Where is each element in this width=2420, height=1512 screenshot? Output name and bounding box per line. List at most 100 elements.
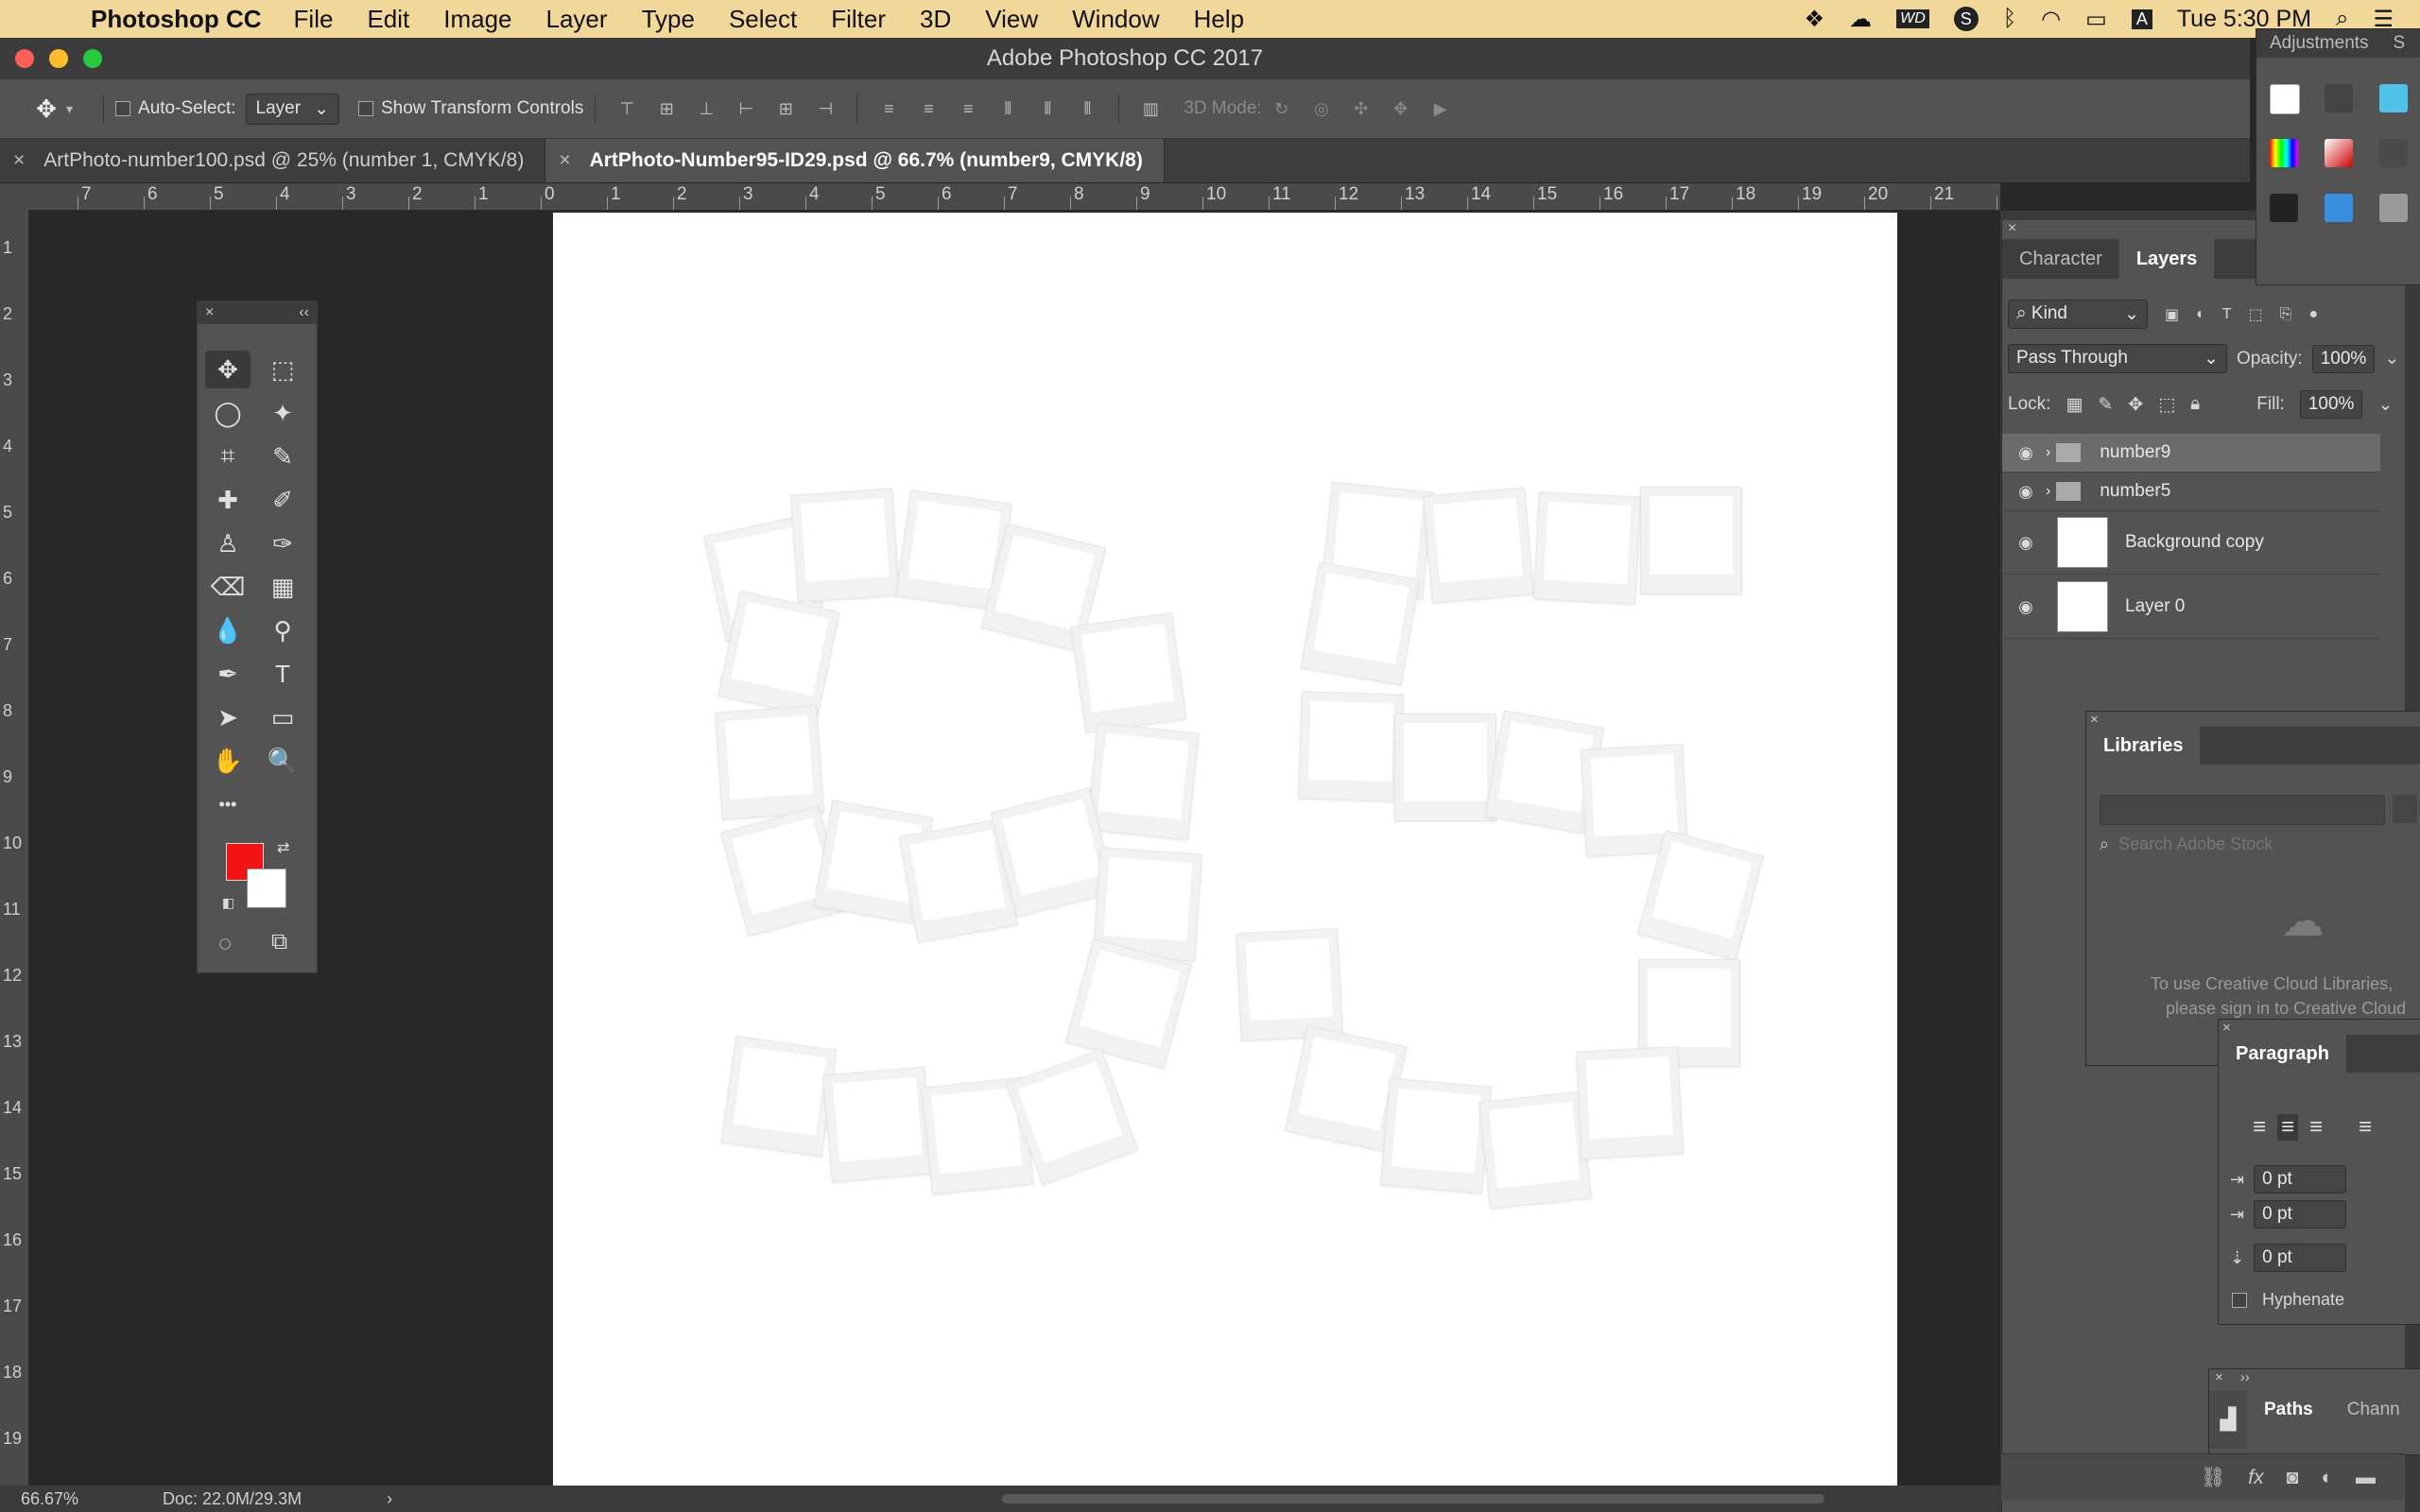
lock-pixels-icon[interactable]: ✎ <box>2098 394 2113 416</box>
tab-artphoto-number100[interactable]: × ArtPhoto-number100.psd @ 25% (number 1… <box>0 139 546 182</box>
3d-orbit-icon[interactable]: ↻ <box>1270 96 1294 121</box>
lock-all-icon[interactable]: 🔒︎ <box>2190 394 2200 415</box>
expand-icon[interactable]: ›› <box>2240 1369 2250 1388</box>
filter-smart-object-icon[interactable]: ⎘ <box>2280 306 2292 323</box>
layer-name[interactable]: Layer 0 <box>2125 596 2185 617</box>
menu-type[interactable]: Type <box>642 5 695 34</box>
photo-filter-icon[interactable] <box>2270 194 2298 222</box>
align-left-icon[interactable]: ⊢ <box>734 96 758 121</box>
ruler-corner[interactable] <box>0 183 30 210</box>
type-tool-icon[interactable]: T <box>260 655 305 693</box>
filter-shape-icon[interactable]: ⬚ <box>2249 305 2263 324</box>
battery-icon[interactable]: ▭ <box>2085 6 2107 33</box>
tools-panel-header[interactable]: × ‹‹ <box>198 301 317 324</box>
auto-select-dropdown[interactable]: Layer ⌄ <box>245 93 339 125</box>
document-canvas[interactable] <box>553 213 1897 1486</box>
library-select-dropdown[interactable] <box>2100 795 2385 825</box>
close-tab-icon[interactable]: × <box>559 149 570 172</box>
brightness-contrast-icon[interactable] <box>2270 84 2300 114</box>
adjustment-layer-icon[interactable]: ◐ <box>2321 1467 2333 1489</box>
expand-chevron-icon[interactable]: › <box>2046 444 2050 461</box>
chevron-down-icon[interactable]: ▾ <box>66 101 73 117</box>
layer-name[interactable]: number9 <box>2100 442 2170 463</box>
menu-3d[interactable]: 3D <box>920 5 951 34</box>
magic-wand-tool-icon[interactable]: ✦ <box>260 394 305 432</box>
color-balance-icon[interactable] <box>2325 139 2353 167</box>
brush-tool-icon[interactable]: ✐ <box>260 481 305 519</box>
filter-toggle-icon[interactable]: ● <box>2309 306 2319 323</box>
menu-app-name[interactable]: Photoshop CC <box>91 5 262 34</box>
zoom-level[interactable]: 66.67% <box>21 1489 163 1509</box>
indent-left-input[interactable]: 0 pt <box>2254 1165 2347 1194</box>
wd-icon[interactable]: WD <box>1896 9 1929 28</box>
filter-type-icon[interactable]: T <box>2222 306 2232 323</box>
close-icon[interactable]: × <box>2086 712 2420 728</box>
stock-search-field[interactable]: ⌕ Search Adobe Stock <box>2100 834 2273 854</box>
menu-image[interactable]: Image <box>443 5 511 34</box>
swap-colors-icon[interactable]: ⇄ <box>277 838 289 857</box>
dodge-tool-icon[interactable]: ⚲ <box>260 611 305 649</box>
move-tool-preset-icon[interactable]: ✥ <box>34 96 59 121</box>
tab-character[interactable]: Character <box>2002 239 2119 279</box>
visibility-eye-icon[interactable]: ◉ <box>2012 533 2040 553</box>
filter-adjustment-icon[interactable]: ◐ <box>2196 306 2205 323</box>
distribute-vcenter-icon[interactable]: ≡ <box>916 96 941 121</box>
lock-artboard-icon[interactable]: ⬚ <box>2158 394 2175 416</box>
visibility-eye-icon[interactable]: ◉ <box>2012 597 2040 617</box>
eyedropper-tool-icon[interactable]: ✎ <box>260 438 305 475</box>
more-tools-icon[interactable]: ••• <box>205 785 251 823</box>
visibility-eye-icon[interactable]: ◉ <box>2012 443 2040 463</box>
space-after-input[interactable]: 0 pt <box>2254 1244 2347 1272</box>
add-mask-icon[interactable]: ◙ <box>2287 1467 2299 1489</box>
screen-mode-icon[interactable]: ⧉ <box>271 929 287 955</box>
collapse-icon[interactable]: ‹‹ <box>299 304 309 321</box>
move-tool-icon[interactable]: ✥ <box>205 351 251 388</box>
link-layers-icon[interactable]: ⛓ <box>2201 1467 2226 1489</box>
creative-cloud-icon[interactable]: ☁ <box>1849 6 1872 33</box>
minimize-window-button[interactable] <box>49 49 68 68</box>
chevron-down-icon[interactable]: ⌄ <box>2377 394 2393 416</box>
filter-pixel-icon[interactable]: ▣ <box>2165 305 2179 324</box>
menu-view[interactable]: View <box>985 5 1038 34</box>
tab-layers[interactable]: Layers <box>2118 239 2215 279</box>
path-selection-tool-icon[interactable]: ➤ <box>205 698 251 736</box>
chevron-down-icon[interactable]: ⌄ <box>2384 348 2399 369</box>
expand-chevron-icon[interactable]: › <box>2046 483 2050 500</box>
histogram-icon[interactable]: ▟ <box>2209 1390 2247 1449</box>
horizontal-ruler[interactable]: 8765432101234567891011121314151617181920… <box>30 183 2000 211</box>
lasso-tool-icon[interactable]: ◯ <box>205 394 251 432</box>
menu-window[interactable]: Window <box>1072 5 1159 34</box>
distribute-hcenter-icon[interactable]: ⦀ <box>1035 96 1060 121</box>
quick-mask-icon[interactable]: ◌ <box>218 931 232 957</box>
zoom-window-button[interactable] <box>83 49 102 68</box>
gradient-map-icon[interactable] <box>2379 194 2408 222</box>
dropbox-icon[interactable]: ❖ <box>1805 6 1825 33</box>
align-bottom-icon[interactable]: ⊥ <box>694 96 718 121</box>
stamp-tool-icon[interactable]: ♙ <box>205 524 251 562</box>
distribute-right-icon[interactable]: ⦀ <box>1075 96 1099 121</box>
close-tab-icon[interactable]: × <box>13 149 25 172</box>
eraser-tool-icon[interactable]: ⌫ <box>205 568 251 606</box>
layer-filter-dropdown[interactable]: ⌕ Kind ⌄ <box>2008 300 2148 329</box>
tab-artphoto-number95[interactable]: × ArtPhoto-Number95-ID29.psd @ 66.7% (nu… <box>545 139 1165 182</box>
auto-select-checkbox[interactable] <box>115 101 131 116</box>
grid-view-icon[interactable] <box>2393 795 2417 823</box>
lock-position-icon[interactable]: ✥ <box>2128 394 2143 416</box>
adjustments-next-tab[interactable]: S <box>2394 33 2406 54</box>
3d-pan-icon[interactable]: ✣ <box>1349 96 1374 121</box>
lock-transparent-icon[interactable]: ▦ <box>2066 394 2083 416</box>
background-color-swatch[interactable] <box>247 868 286 908</box>
status-menu-chevron-icon[interactable]: › <box>387 1489 392 1509</box>
align-left-text-icon[interactable]: ≡ <box>2253 1114 2266 1141</box>
blend-mode-dropdown[interactable]: Pass Through ⌄ <box>2008 344 2227 373</box>
wifi-icon[interactable]: ◠ <box>2041 6 2061 33</box>
align-hcenter-icon[interactable]: ⊞ <box>773 96 798 121</box>
3d-slide-icon[interactable]: ✥ <box>1389 96 1413 121</box>
distribute-top-icon[interactable]: ≡ <box>876 96 901 121</box>
layer-row-number9[interactable]: ◉ › number9 <box>2002 434 2380 472</box>
tab-channels[interactable]: Chann <box>2330 1390 2417 1430</box>
paragraph-title[interactable]: Paragraph <box>2219 1035 2346 1073</box>
tab-paths[interactable]: Paths <box>2247 1390 2330 1430</box>
zoom-tool-icon[interactable]: 🔍 <box>260 742 305 780</box>
auto-align-icon[interactable]: ▥ <box>1138 96 1163 121</box>
